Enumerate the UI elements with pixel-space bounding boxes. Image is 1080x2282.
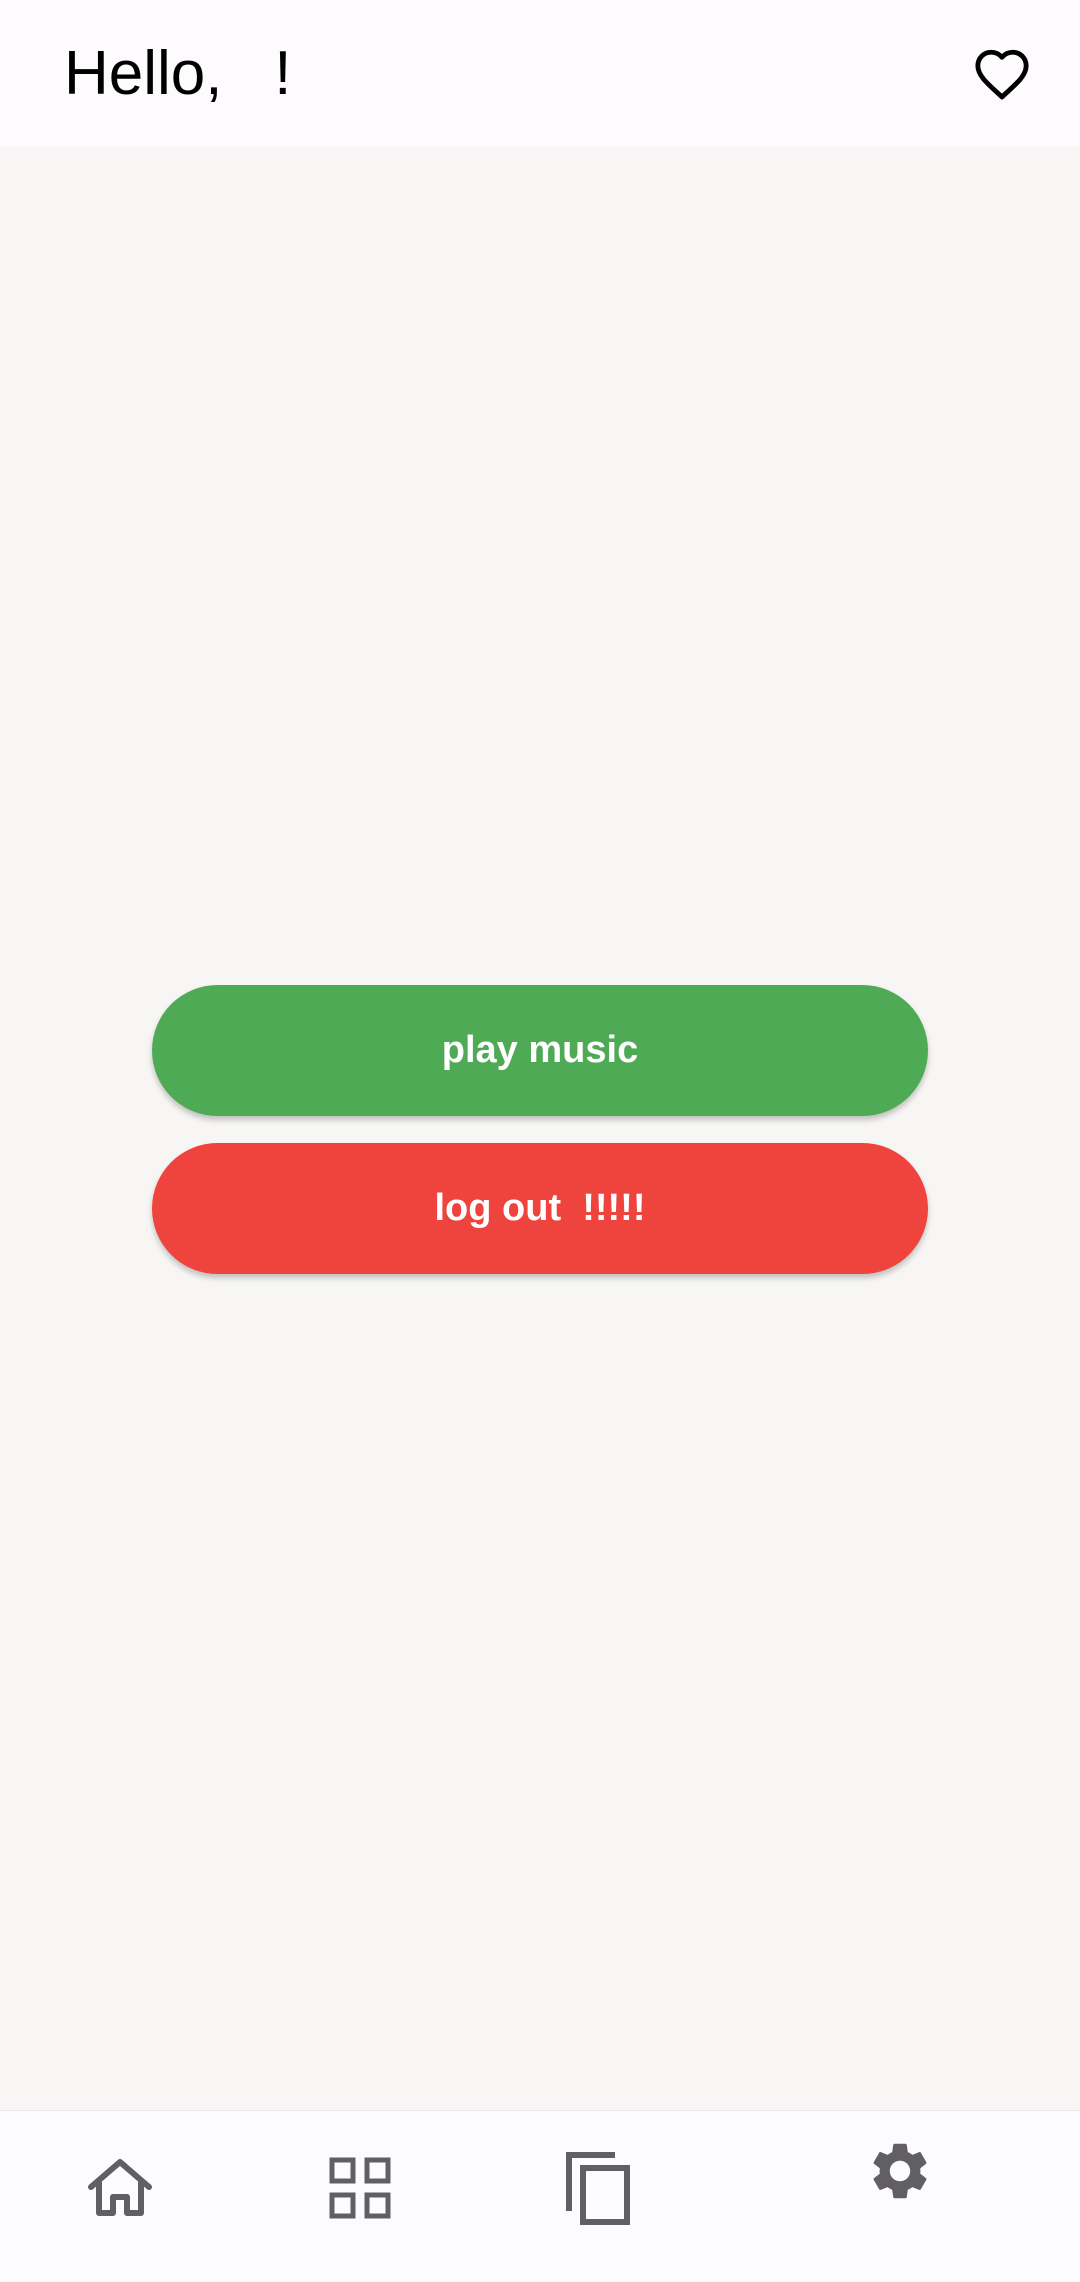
grid-icon: [329, 2157, 391, 2219]
greeting-title: Hello, !: [64, 39, 292, 108]
app-bar: Hello, !: [0, 0, 1080, 147]
copy-pages-icon: [566, 2152, 630, 2225]
nav-item-home[interactable]: [60, 2111, 180, 2282]
play-music-button[interactable]: play music: [152, 985, 928, 1116]
nav-item-settings[interactable]: [840, 2111, 960, 2282]
main-content: play music log out !!!!!: [0, 147, 1080, 2110]
bottom-navigation: [0, 2110, 1080, 2282]
log-out-button[interactable]: log out !!!!!: [152, 1143, 928, 1274]
home-icon: [88, 2159, 152, 2216]
favorite-button[interactable]: [966, 38, 1038, 110]
nav-item-pages[interactable]: [538, 2111, 658, 2282]
nav-item-grid[interactable]: [300, 2111, 420, 2282]
settings-gear-icon: [873, 2143, 927, 2199]
heart-outline-icon: [975, 49, 1029, 100]
